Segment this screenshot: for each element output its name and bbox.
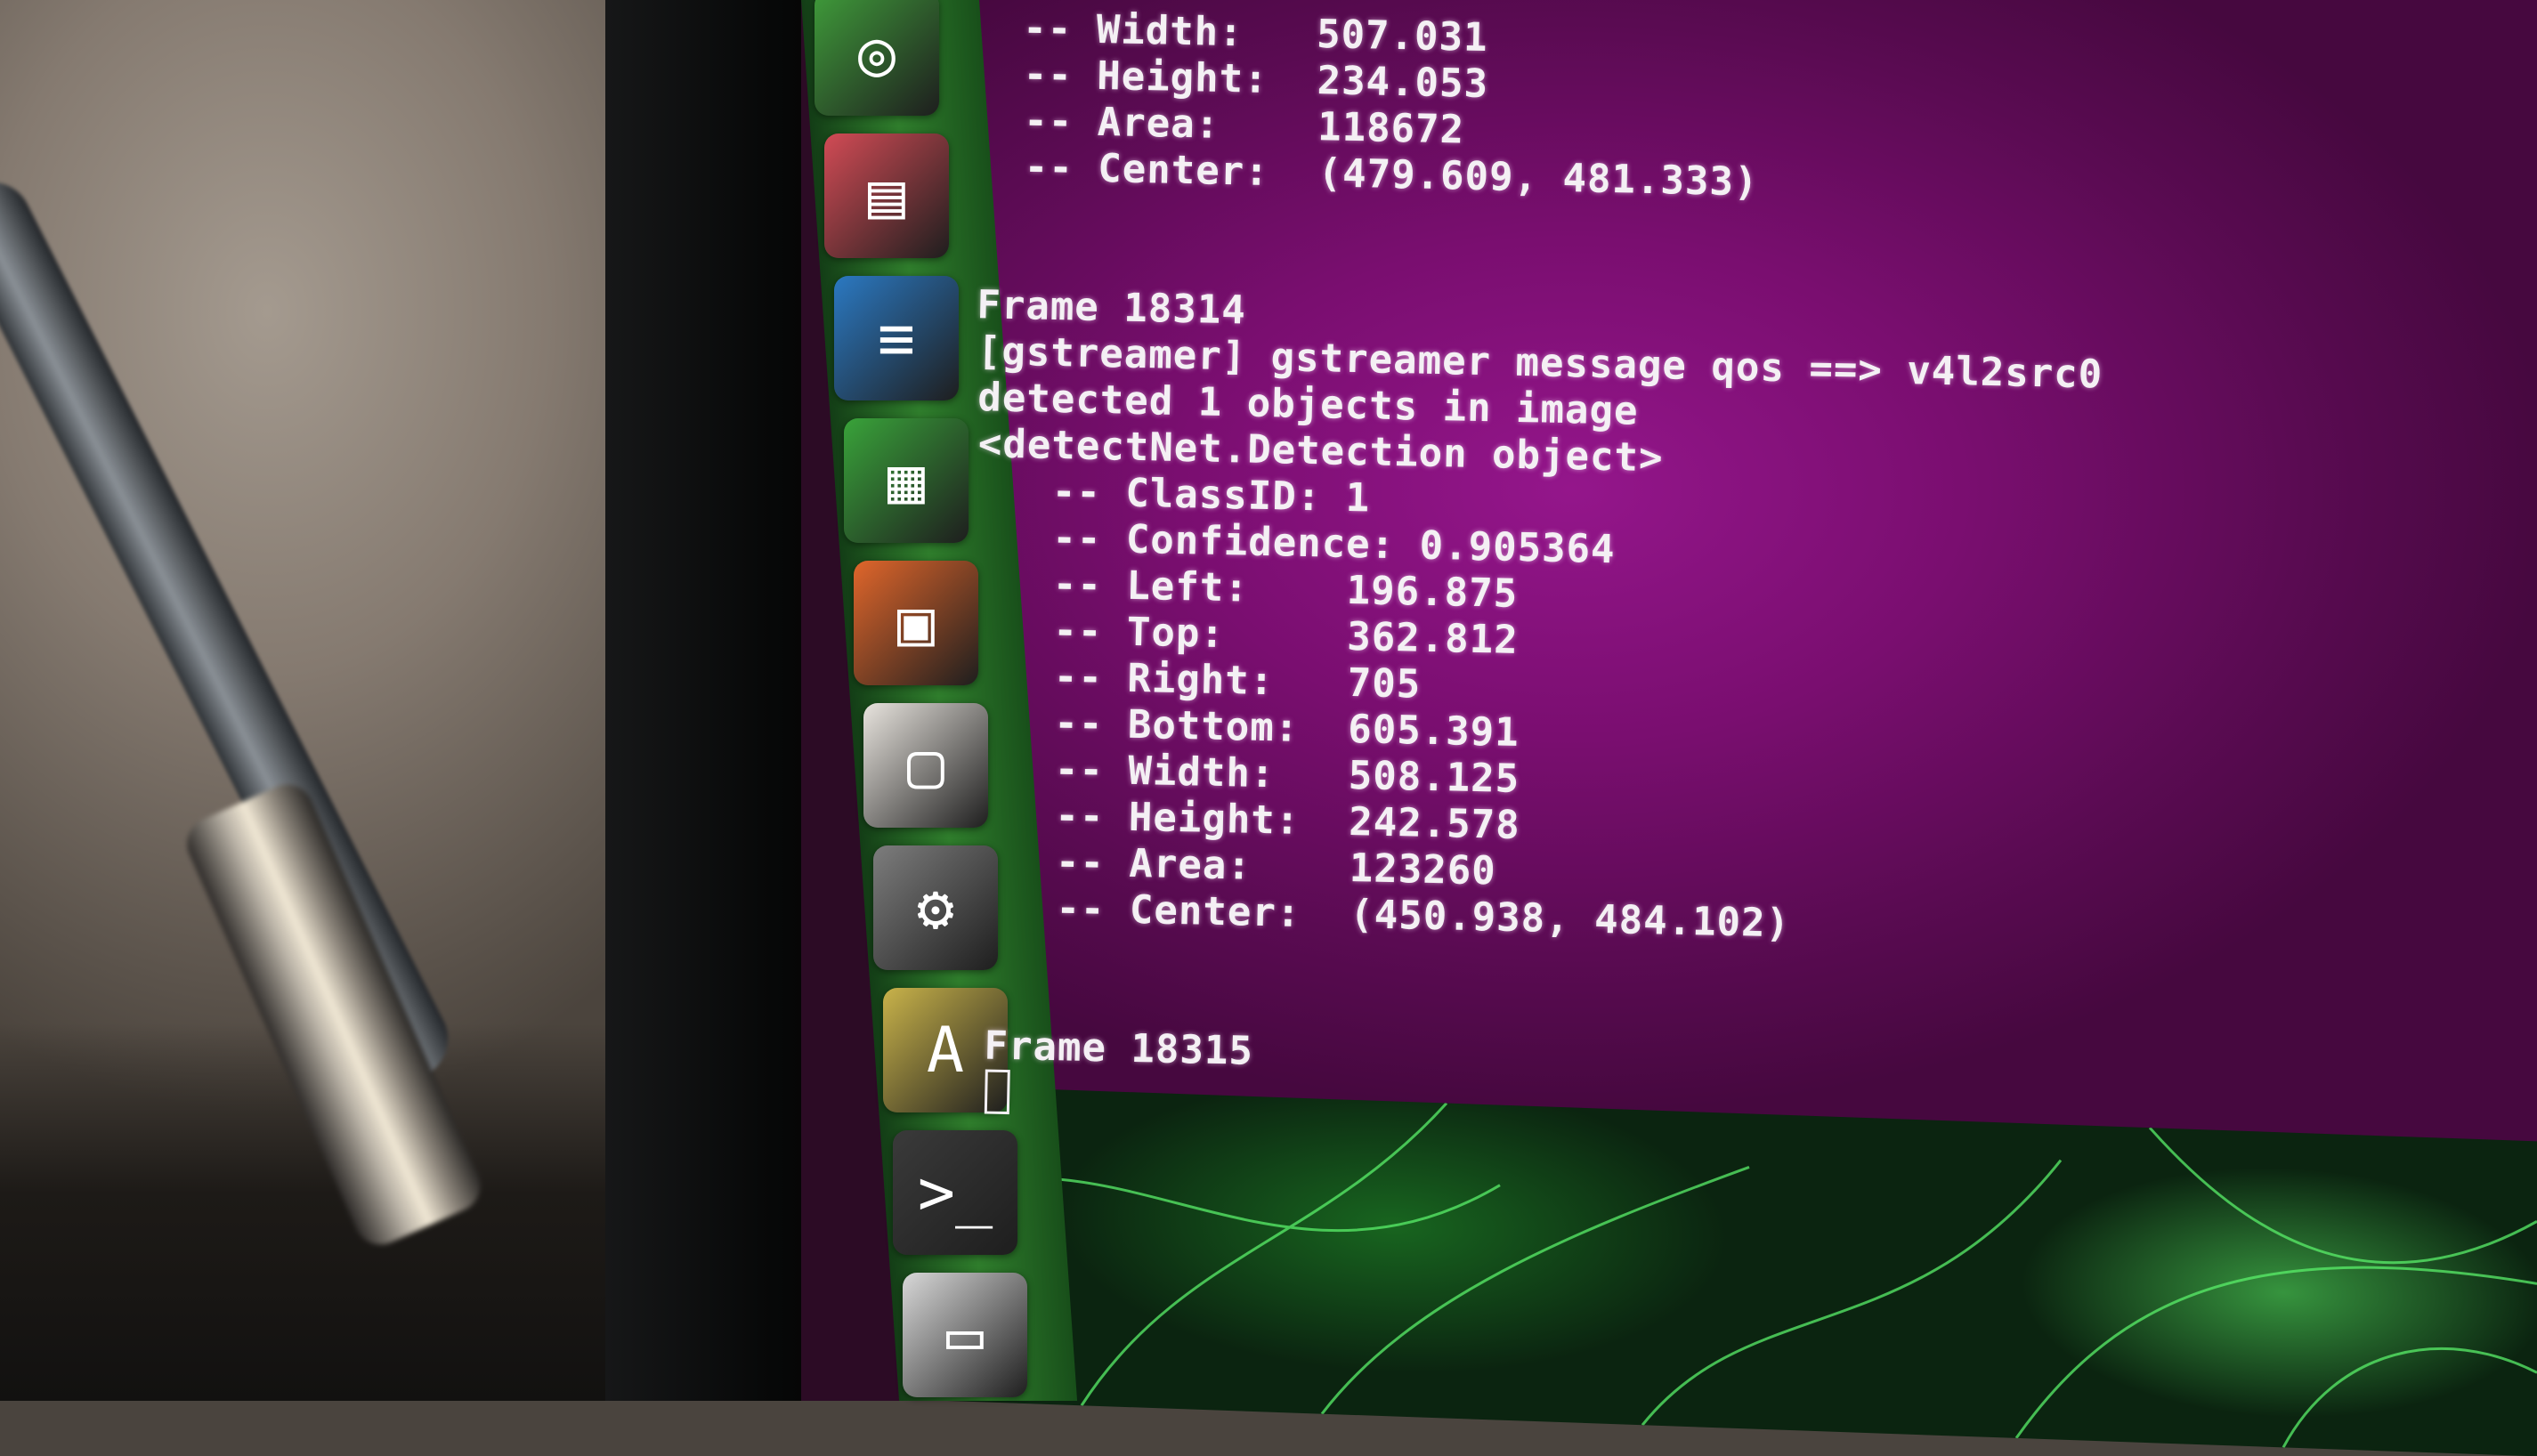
spreadsheet-icon: ▦ (887, 444, 926, 517)
terminal-line: -- Center: (450.938, 484.102) (982, 884, 1791, 947)
drive-icon: ▭ (945, 1298, 985, 1371)
launcher-item-trash-or-drive[interactable]: ▭ (903, 1273, 1027, 1397)
terminal-output: -- Width: 507.031 -- Height: 234.053 -- … (952, 0, 2487, 1126)
terminal-cursor (984, 1069, 1010, 1115)
gear-wrench-icon: ⚙ (916, 871, 955, 944)
terminal-line: Frame 18314 (976, 282, 1247, 334)
terminal-line: -- Center: (479.609, 481.333) (975, 143, 1759, 206)
terminal-line: -- ClassID: 1 (977, 467, 1371, 522)
terminal-line: -- Right: 705 (979, 652, 1422, 708)
document-icon: ≡ (877, 302, 916, 375)
terminal-icon: >_ (917, 1156, 993, 1229)
presentation-icon: ▣ (896, 586, 936, 659)
launcher-item-libreoffice-impress[interactable]: ▣ (854, 561, 978, 685)
launcher-item-terminal[interactable]: >_ (893, 1130, 1017, 1255)
ubuntu-logo-icon: ◎ (857, 17, 896, 90)
shopping-bag-icon: ▢ (906, 729, 945, 802)
launcher-item-libreoffice-calc[interactable]: ▦ (844, 418, 969, 543)
file-cabinet-icon: ▤ (867, 159, 906, 232)
terminal-line: Frame 18315 (984, 1023, 1254, 1074)
launcher-item-libreoffice-writer[interactable]: ≡ (834, 276, 959, 400)
monitor-screen: ◎ ▤ ≡ ▦ ▣ ▢ ⚙ A >_ ▭ -- Width: 507.031 -- Height:… (801, 0, 2537, 1456)
launcher-item-files[interactable]: ▤ (824, 133, 949, 258)
launcher-item-ubuntu-dash[interactable]: ◎ (815, 0, 939, 116)
